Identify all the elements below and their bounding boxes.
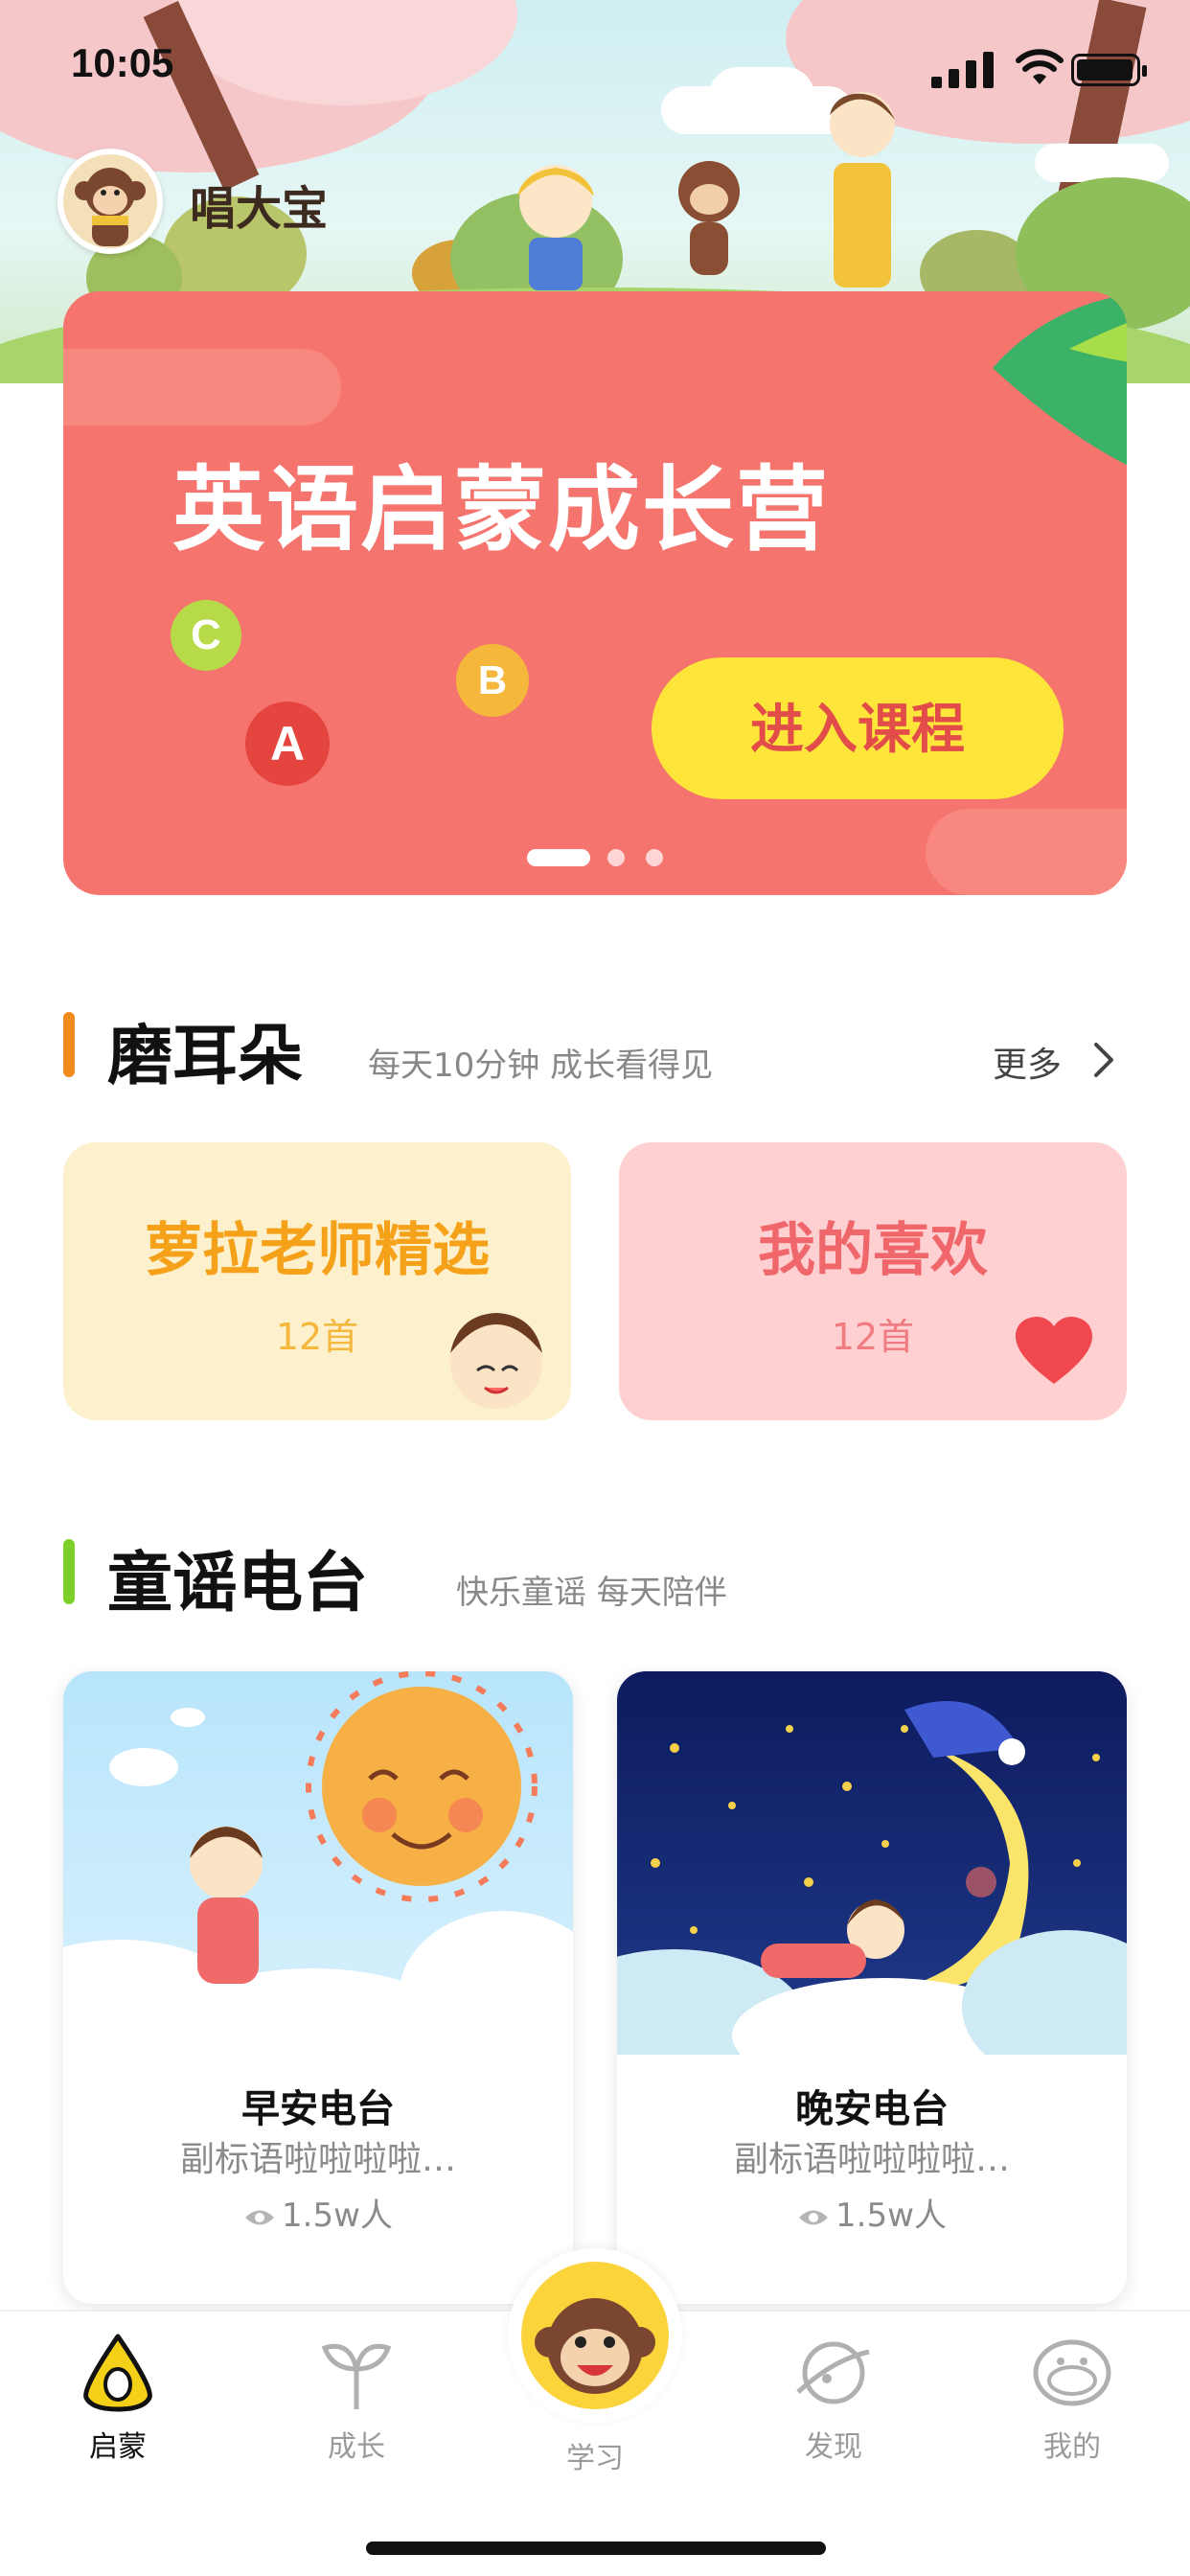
radio-views: 1.5w人 [63, 2189, 573, 2236]
section-subtitle-radio: 快乐童谣 每天陪伴 [456, 1574, 727, 1612]
status-time: 10:05 [71, 40, 174, 85]
more-link[interactable]: 更多 [993, 1037, 1062, 1087]
radio-card-morning[interactable]: 早安电台 副标语啦啦啦啦… 1.5w人 [63, 1671, 573, 2304]
tab-study-label-wrap[interactable]: 学习 [499, 2425, 691, 2476]
letter-b-ball: B [456, 644, 529, 717]
eye-icon [245, 2210, 275, 2224]
card-title: 我的喜欢 [758, 1217, 988, 1284]
heart-icon [1016, 1317, 1092, 1384]
moon-scene-icon [617, 1701, 1127, 2055]
tab-discover[interactable]: 发现 [738, 2331, 929, 2465]
radio-views: 1.5w人 [617, 2189, 1127, 2236]
section-accent-bar [63, 1012, 75, 1077]
status-bar: 10:05 [0, 0, 1190, 126]
egg-icon [83, 2334, 152, 2412]
monkey-avatar-icon [75, 168, 146, 246]
girl-character-icon [517, 165, 594, 290]
page-dot[interactable] [607, 849, 625, 866]
card-title: 萝拉老师精选 [145, 1217, 490, 1284]
avatar[interactable] [57, 149, 163, 254]
planet-icon [796, 2341, 870, 2404]
radio-title: 晚安电台 [795, 2087, 949, 2131]
radio-subtitle: 副标语啦啦啦啦… [179, 2140, 456, 2179]
eye-icon [799, 2210, 829, 2224]
monkey-icon [535, 2298, 655, 2394]
sun-scene-icon [63, 1671, 573, 2055]
banner-pagination [527, 849, 719, 868]
enter-course-button[interactable]: 进入课程 [652, 657, 1064, 799]
radio-title: 早安电台 [241, 2087, 395, 2131]
home-indicator [366, 2542, 826, 2555]
banner-title: 英语启蒙成长营 [172, 456, 830, 564]
section-title-ear: 磨耳朵 [107, 1019, 304, 1094]
section-subtitle-ear: 每天10分钟 成长看得见 [368, 1046, 714, 1085]
playlist-card-teacher[interactable]: 萝拉老师精选 12首 [63, 1142, 571, 1420]
leaf-decoration-icon [993, 294, 1127, 466]
face-icon [1033, 2339, 1111, 2406]
promo-banner[interactable]: 英语启蒙成长营 C A B 进入课程 [63, 291, 1127, 895]
radio-card-night[interactable]: 晚安电台 副标语啦啦啦啦… 1.5w人 [617, 1671, 1127, 2304]
night-illustration [617, 1671, 1127, 2055]
page-dot-active[interactable] [527, 849, 590, 866]
girl-face-icon [450, 1313, 542, 1409]
letter-c-ball: C [171, 600, 241, 671]
tab-mine[interactable]: 我的 [976, 2331, 1168, 2465]
tab-growth[interactable]: 成长 [261, 2331, 452, 2465]
tab-study-label: 学习 [566, 2442, 624, 2475]
wifi-icon [1016, 49, 1064, 84]
tab-study-button[interactable] [508, 2248, 682, 2423]
username: 唱大宝 [190, 182, 329, 236]
morning-illustration [63, 1671, 573, 2055]
letter-a-ball: A [245, 702, 330, 786]
cellular-signal-icon [931, 52, 994, 88]
battery-icon [1071, 54, 1147, 86]
radio-subtitle: 副标语啦啦啦啦… [733, 2140, 1010, 2179]
chevron-right-icon[interactable] [1085, 1039, 1123, 1081]
monkey-character-icon [678, 161, 740, 275]
tab-enlighten[interactable]: 启蒙 [22, 2331, 214, 2465]
sprout-icon [321, 2343, 392, 2409]
page-dot[interactable] [646, 849, 663, 866]
playlist-card-favorites[interactable]: 我的喜欢 12首 [619, 1142, 1127, 1420]
section-accent-bar [63, 1539, 75, 1604]
section-title-radio: 童谣电台 [107, 1546, 369, 1622]
